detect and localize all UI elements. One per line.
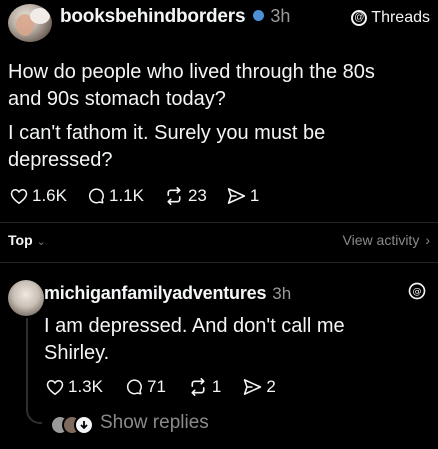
show-replies-label: Show replies [100, 412, 209, 433]
comment-icon [88, 188, 104, 204]
reply-avatars-stack [50, 413, 94, 435]
reply-author-avatar[interactable] [8, 280, 44, 316]
divider [0, 222, 438, 223]
sort-dropdown[interactable]: Top ⌄ [8, 232, 46, 248]
replies-sort-bar: Top ⌄ View activity › [8, 232, 430, 248]
reply-like-count: 1.3K [68, 377, 103, 396]
reply-body-line-2: Shirley. [44, 342, 110, 364]
svg-text:@: @ [413, 287, 422, 297]
heart-icon [10, 188, 28, 204]
send-icon [244, 379, 262, 395]
threads-logo-label: Threads [371, 9, 430, 26]
repost-button[interactable]: 23 [164, 186, 207, 206]
view-activity-label: View activity [342, 232, 420, 248]
send-icon [227, 188, 246, 204]
like-button[interactable]: 1.6K [10, 186, 67, 206]
arrow-down-icon [74, 415, 94, 435]
reply-comment-count: 71 [146, 377, 166, 396]
repost-count: 23 [187, 186, 207, 205]
reply-repost-count: 1 [211, 377, 222, 396]
reply-share-button[interactable]: 2 [243, 377, 276, 397]
threads-logo: @ Threads [351, 9, 430, 27]
post-header: booksbehindborders 3h [60, 6, 290, 28]
divider [0, 262, 438, 263]
comment-icon [126, 379, 142, 395]
repost-icon [191, 378, 205, 396]
sort-label: Top [8, 232, 33, 248]
post-body-line-2: and 90s stomach today? [8, 88, 226, 110]
share-button[interactable]: 1 [227, 186, 259, 206]
reply-share-count: 2 [266, 377, 276, 396]
post-body-line-4: depressed? [8, 149, 113, 171]
reply-author-username[interactable]: michiganfamilyadventures [44, 283, 266, 304]
post-body-line-1: How do people who lived through the 80s [8, 61, 375, 83]
thread-connector-line [26, 318, 28, 410]
chevron-right-icon: › [425, 232, 430, 248]
like-count: 1.6K [32, 186, 67, 205]
repost-icon [167, 187, 181, 205]
threads-icon: @ [351, 10, 368, 26]
share-count: 1 [249, 186, 260, 205]
reply-comment-button[interactable]: 71 [125, 377, 166, 397]
post-timestamp: 3h [270, 6, 291, 26]
post-actions: 1.6K 1.1K 23 1 [10, 186, 279, 206]
verified-badge-icon [253, 10, 265, 21]
reply-like-button[interactable]: 1.3K [46, 377, 103, 397]
post-author-username[interactable]: booksbehindborders [60, 6, 246, 28]
heart-icon [46, 379, 64, 395]
view-activity-link[interactable]: View activity › [343, 232, 430, 248]
reply-actions: 1.3K 71 1 2 [46, 377, 296, 397]
post-author-avatar[interactable] [8, 4, 52, 42]
threads-icon: @ [408, 282, 426, 305]
reply-repost-button[interactable]: 1 [188, 377, 221, 397]
reply-timestamp: 3h [272, 284, 292, 303]
comment-button[interactable]: 1.1K [87, 186, 144, 206]
reply-body-line-1: I am depressed. And don't call me [44, 315, 345, 337]
reply-header: michiganfamilyadventures 3h [44, 283, 291, 304]
thread-connector-curve [26, 402, 42, 424]
show-replies-button[interactable]: Show replies [50, 412, 209, 435]
chevron-down-icon: ⌄ [36, 236, 46, 248]
post-body-line-3: I can't fathom it. Surely you must be [8, 122, 326, 144]
comment-count: 1.1K [108, 186, 144, 205]
